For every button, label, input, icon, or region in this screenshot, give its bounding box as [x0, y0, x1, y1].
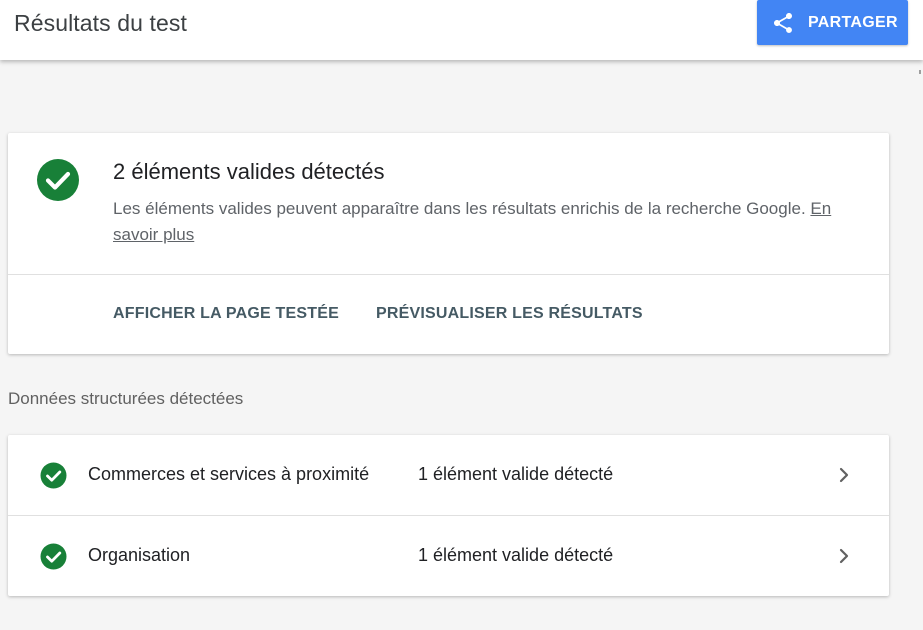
item-name: Organisation [88, 545, 191, 565]
check-circle-icon [37, 159, 79, 201]
top-app-bar: Résultats du test PARTAGER [0, 0, 923, 60]
share-icon [774, 12, 792, 33]
card-divider [8, 274, 889, 275]
page-title: Résultats du test [14, 10, 188, 36]
item-name: Commerces et services à proximité [88, 464, 370, 484]
item-status: 1 élément valide détecté [418, 545, 614, 565]
summary-description: Les éléments valides peuvent apparaître … [113, 196, 833, 248]
summary-description-text: Les éléments valides peuvent apparaître … [113, 199, 806, 218]
list-item[interactable]: Commerces et services à proximité 1 élém… [8, 435, 889, 515]
share-button[interactable]: PARTAGER [757, 0, 908, 45]
view-tested-page-button[interactable]: AFFICHER LA PAGE TESTÉE [113, 305, 339, 323]
item-status: 1 élément valide détecté [418, 464, 614, 484]
scrollbar-thumb[interactable] [919, 70, 921, 74]
chevron-right-icon [839, 467, 849, 483]
chevron-right-icon [839, 548, 849, 564]
check-circle-icon [40, 543, 67, 570]
share-button-label: PARTAGER [808, 13, 898, 31]
list-item[interactable]: Organisation 1 élément valide détecté [8, 516, 889, 596]
section-heading: Données structurées détectées [8, 389, 244, 408]
summary-title: 2 éléments valides détectés [113, 159, 385, 184]
check-circle-icon [40, 462, 67, 489]
preview-results-button[interactable]: PRÉVISUALISER LES RÉSULTATS [376, 305, 643, 323]
